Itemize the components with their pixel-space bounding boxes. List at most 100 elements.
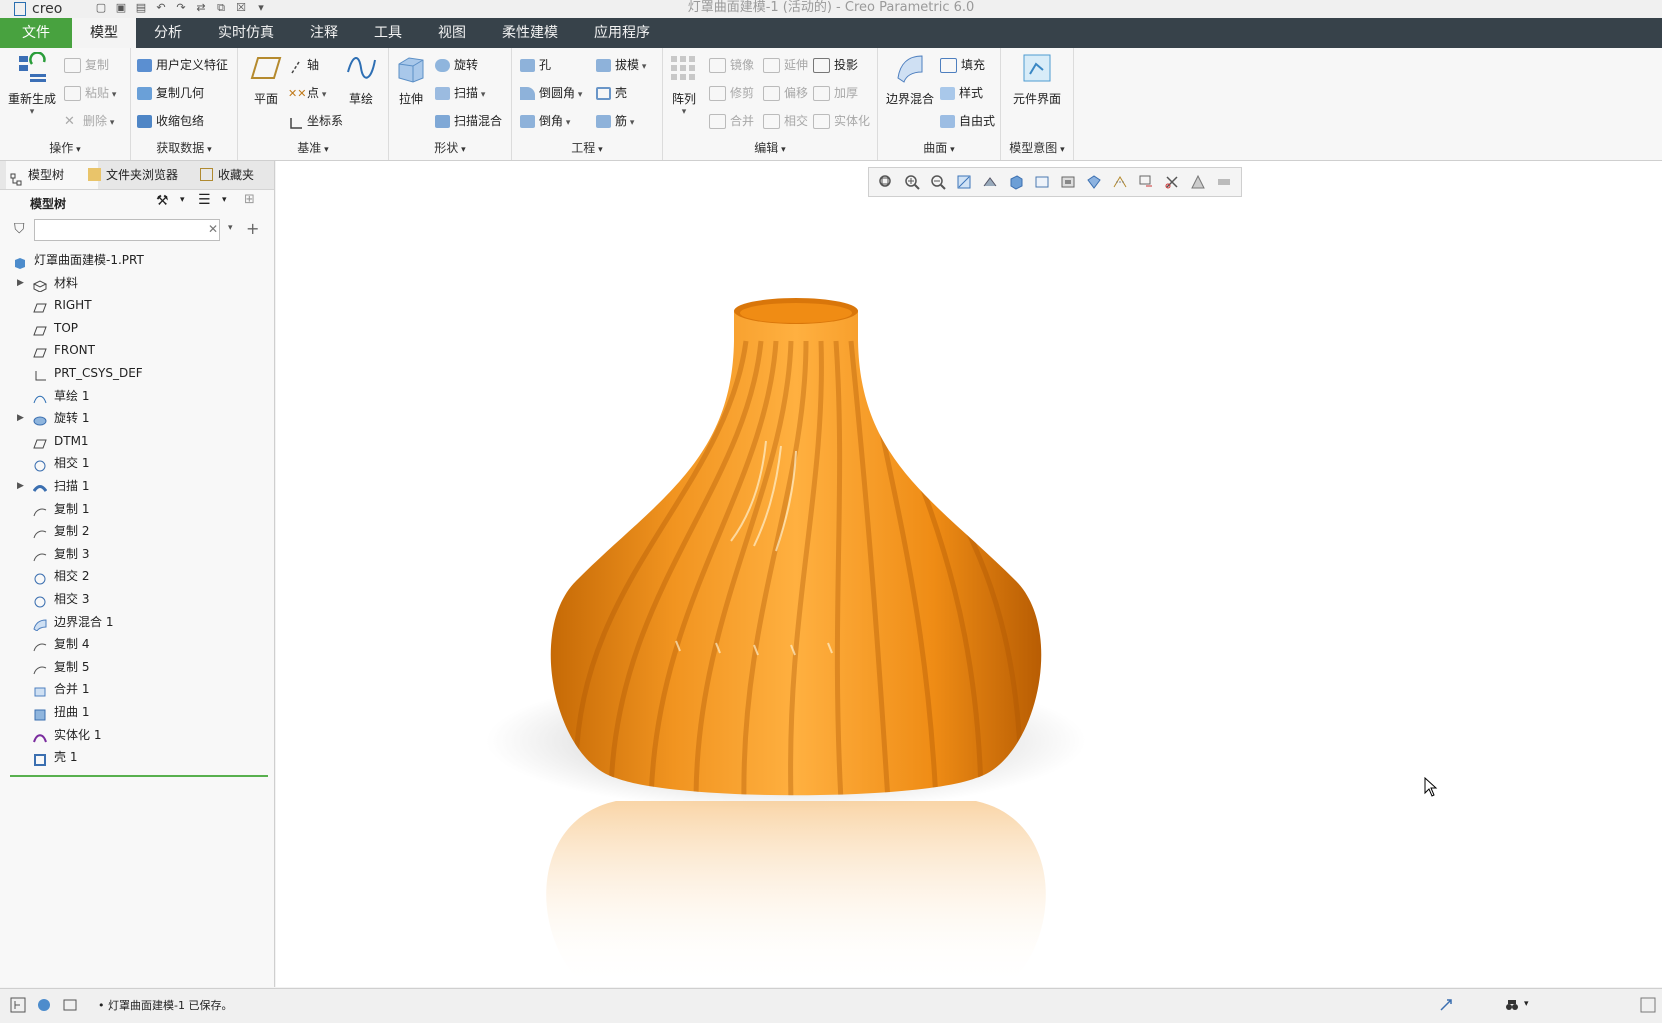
tab-live-simulation[interactable]: 实时仿真 <box>200 18 292 48</box>
tree-item[interactable]: 复制 4 <box>0 633 270 655</box>
delete-button[interactable]: ✕ 删除 <box>64 110 114 132</box>
tree-item[interactable]: 相交 3 <box>0 588 270 610</box>
navigator-toggle-icon[interactable] <box>10 997 26 1013</box>
smart-select-icon[interactable] <box>1438 997 1454 1013</box>
tree-item[interactable]: 壳 1 <box>0 746 270 768</box>
sweep-button[interactable]: 扫描 <box>435 82 485 104</box>
sketch-button[interactable]: 草绘 <box>336 48 386 107</box>
find-dropdown-icon[interactable]: ▾ <box>1524 999 1540 1015</box>
tree-item[interactable]: ▶ 材料 <box>0 272 270 294</box>
tree-item[interactable]: 复制 3 <box>0 543 270 565</box>
group-operations-label[interactable]: 操作 <box>0 139 130 156</box>
tree-item[interactable]: DTM1 <box>0 430 270 452</box>
project-button[interactable]: 投影 <box>813 54 858 76</box>
tree-item[interactable]: 相交 2 <box>0 565 270 587</box>
full-screen-icon[interactable] <box>62 997 78 1013</box>
trim-button[interactable]: 修剪 <box>709 82 754 104</box>
component-interface-button[interactable]: 元件界面 <box>1009 48 1065 107</box>
copy-button[interactable]: 复制 <box>64 54 109 76</box>
group-surfaces-label[interactable]: 曲面 <box>878 139 1000 156</box>
rib-button[interactable]: 筋 <box>596 110 634 132</box>
fill-button[interactable]: 填充 <box>940 54 985 76</box>
boundary-blend-button[interactable]: 边界混合 <box>882 48 938 107</box>
style-button[interactable]: 样式 <box>940 82 983 104</box>
solidify-button[interactable]: 实体化 <box>813 110 870 132</box>
intersect-button[interactable]: 相交 <box>763 110 808 132</box>
expand-arrow-icon[interactable]: ▶ <box>17 407 24 429</box>
filter-dropdown-icon[interactable]: ▾ <box>228 223 233 233</box>
revolve-button[interactable]: 旋转 <box>435 54 478 76</box>
tree-item[interactable]: TOP <box>0 317 270 339</box>
extend-button[interactable]: 延伸 <box>763 54 808 76</box>
tree-item[interactable]: 复制 1 <box>0 498 270 520</box>
tab-flexible-modeling[interactable]: 柔性建模 <box>484 18 576 48</box>
round-button[interactable]: 倒圆角 <box>520 82 582 104</box>
group-shapes-label[interactable]: 形状 <box>389 139 511 156</box>
tree-search-input[interactable] <box>34 219 220 241</box>
tab-applications[interactable]: 应用程序 <box>576 18 668 48</box>
tree-item[interactable]: 相交 1 <box>0 452 270 474</box>
add-filter-icon[interactable]: + <box>246 219 259 238</box>
extrude-button[interactable]: 拉伸 <box>383 48 439 107</box>
tree-item[interactable]: 实体化 1 <box>0 724 270 746</box>
tree-columns-icon[interactable]: ⊞ <box>244 192 255 207</box>
tab-view[interactable]: 视图 <box>420 18 484 48</box>
group-engineering-label[interactable]: 工程 <box>512 139 662 156</box>
group-datum-label[interactable]: 基准 <box>238 139 388 156</box>
plane-button[interactable]: 平面 <box>238 48 294 107</box>
tree-root-part[interactable]: 灯罩曲面建模-1.PRT <box>0 249 270 271</box>
tab-model[interactable]: 模型 <box>72 18 136 48</box>
vase-model[interactable] <box>276 161 1662 987</box>
tree-item[interactable]: ▶ 扫描 1 <box>0 475 270 497</box>
group-editing-label[interactable]: 编辑 <box>663 139 877 156</box>
group-get-data-label[interactable]: 获取数据 <box>131 139 237 156</box>
expand-arrow-icon[interactable]: ▶ <box>17 272 24 294</box>
tab-favorites[interactable]: 收藏夹 <box>196 161 288 189</box>
settings-dropdown-icon[interactable]: ▾ <box>180 195 185 205</box>
filter-icon[interactable]: ⛉ <box>14 221 25 237</box>
hole-button[interactable]: 孔 <box>520 54 551 76</box>
browser-toggle-icon[interactable] <box>36 997 52 1013</box>
chamfer-button[interactable]: 倒角 <box>520 110 570 132</box>
tree-item[interactable]: 复制 5 <box>0 656 270 678</box>
tree-item[interactable]: RIGHT <box>0 294 270 316</box>
tab-tools[interactable]: 工具 <box>356 18 420 48</box>
mirror-button[interactable]: 镜像 <box>709 54 754 76</box>
group-model-intent-label[interactable]: 模型意图 <box>1001 139 1073 156</box>
show-list-icon[interactable]: ☰ <box>198 192 211 208</box>
copy-geometry-button[interactable]: 复制几何 <box>137 82 204 104</box>
csys-button[interactable]: 坐标系 <box>288 110 343 132</box>
point-button[interactable]: ✕✕点 <box>288 82 326 104</box>
tree-item[interactable]: ▶ 旋转 1 <box>0 407 270 429</box>
freestyle-button[interactable]: 自由式 <box>940 110 995 132</box>
axis-button[interactable]: 轴 <box>288 54 319 76</box>
paste-button[interactable]: 粘贴 <box>64 82 116 104</box>
shrinkwrap-button[interactable]: 收缩包络 <box>137 110 204 132</box>
udf-button[interactable]: 用户定义特征 <box>137 54 228 76</box>
graphics-viewport[interactable] <box>276 161 1662 987</box>
thicken-button[interactable]: 加厚 <box>813 82 858 104</box>
swept-blend-button[interactable]: 扫描混合 <box>435 110 502 132</box>
tree-item[interactable]: 草绘 1 <box>0 385 270 407</box>
clear-search-icon[interactable]: ✕ <box>208 222 218 236</box>
draft-button[interactable]: 拔模 <box>596 54 646 76</box>
pattern-dropdown-icon[interactable]: ▾ <box>659 107 709 117</box>
regenerate-button[interactable]: 重新生成 ▾ <box>4 48 60 117</box>
filter-selection-icon[interactable] <box>1640 997 1656 1013</box>
tree-item[interactable]: FRONT <box>0 339 270 361</box>
shell-button[interactable]: 壳 <box>596 82 627 104</box>
tree-item[interactable]: 边界混合 1 <box>0 611 270 633</box>
tab-file[interactable]: 文件 <box>0 18 72 48</box>
tab-analysis[interactable]: 分析 <box>136 18 200 48</box>
show-dropdown-icon[interactable]: ▾ <box>222 195 227 205</box>
tree-item[interactable]: 复制 2 <box>0 520 270 542</box>
pattern-button[interactable]: 阵列 ▾ <box>659 48 709 117</box>
settings-tools-icon[interactable]: ⚒ <box>156 193 169 209</box>
regenerate-dropdown-icon[interactable]: ▾ <box>4 107 60 117</box>
tree-item[interactable]: 扭曲 1 <box>0 701 270 723</box>
tree-item[interactable]: PRT_CSYS_DEF <box>0 362 270 384</box>
tab-annotate[interactable]: 注释 <box>292 18 356 48</box>
find-icon[interactable] <box>1504 997 1520 1013</box>
expand-arrow-icon[interactable]: ▶ <box>17 475 24 497</box>
tree-item[interactable]: 合并 1 <box>0 678 270 700</box>
